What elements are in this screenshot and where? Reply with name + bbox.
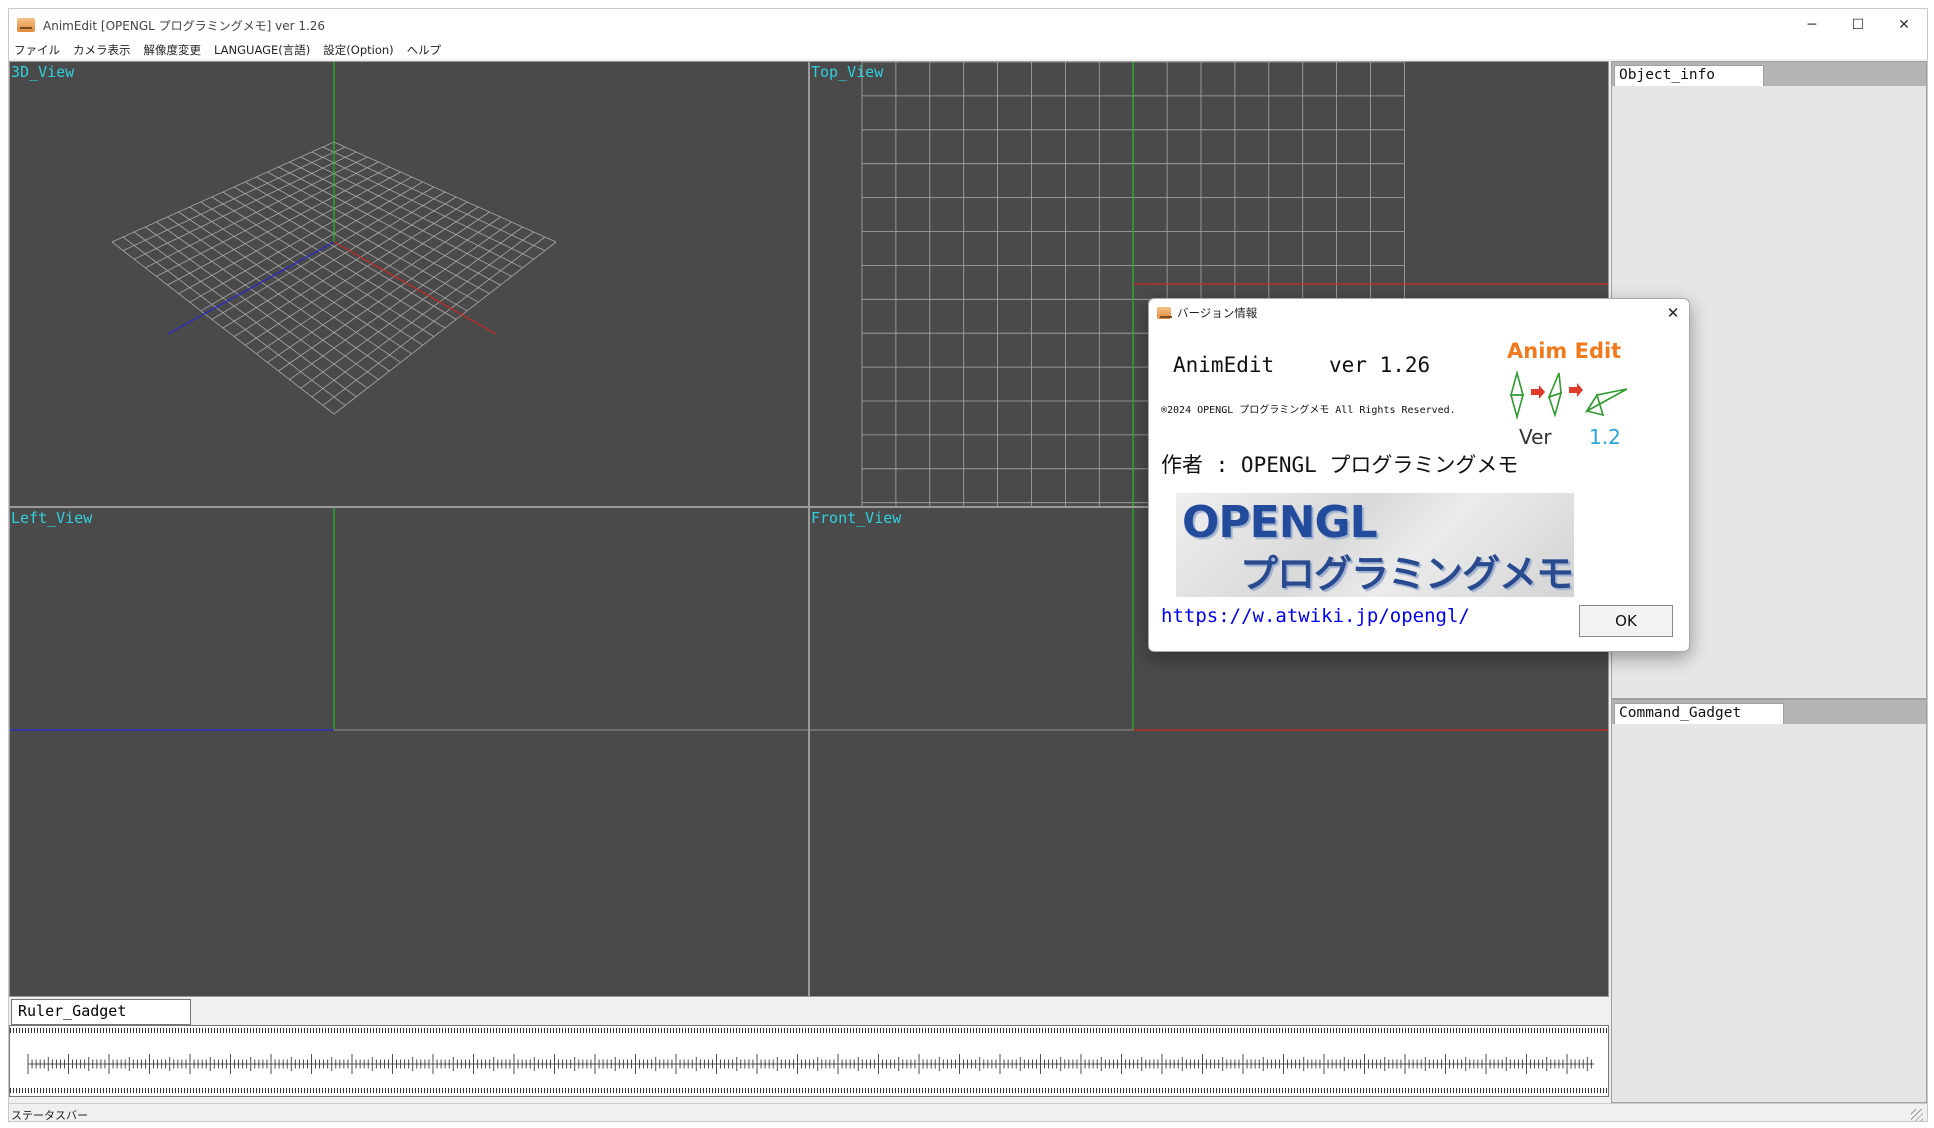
website-link[interactable]: https://w.atwiki.jp/opengl/ [1161, 605, 1470, 627]
animedit-logo: Anim Edit Ver 1.2 [1503, 339, 1653, 457]
dialog-title-bar[interactable]: バージョン情報 ✕ [1149, 299, 1689, 327]
menu-camera[interactable]: カメラ表示 [73, 42, 131, 58]
viewport-left-canvas [10, 508, 808, 731]
menu-file[interactable]: ファイル [14, 42, 60, 58]
viewport-3d-canvas [111, 62, 557, 415]
banner-line-2: プログラミングメモ [1240, 552, 1574, 596]
ruler-bottom-stripe [10, 1088, 1608, 1093]
version-dialog: バージョン情報 ✕ AnimEdit ver 1.26 ®2024 OPENGL… [1148, 298, 1690, 652]
command-gadget-tab[interactable]: Command_Gadget [1614, 703, 1784, 724]
logo-title: Anim Edit [1507, 339, 1622, 363]
grid-line [322, 146, 546, 251]
dialog-app-icon [1157, 307, 1172, 319]
dialog-app-name: AnimEdit [1173, 353, 1275, 377]
ruler-top-stripe [10, 1028, 1608, 1033]
menu-settings[interactable]: 設定(Option) [323, 42, 393, 58]
viewport-3d[interactable]: 3D_View [9, 61, 809, 507]
logo-ver: Ver [1519, 425, 1552, 449]
menu-resolution[interactable]: 解像度変更 [144, 42, 202, 58]
dialog-close-button[interactable]: ✕ [1657, 299, 1689, 327]
viewport-3d-label: 3D_View [11, 63, 75, 81]
axis-z-line [167, 241, 335, 335]
ruler-gadget-tab[interactable]: Ruler_Gadget [11, 999, 191, 1025]
menu-help[interactable]: ヘルプ [407, 42, 442, 58]
viewport-front-label: Front_View [811, 509, 902, 527]
app-icon[interactable] [17, 18, 35, 32]
opengl-banner-image: OPENGL プログラミングメモ [1176, 493, 1574, 597]
close-button[interactable]: ✕ [1881, 9, 1927, 41]
grid-line [322, 236, 546, 406]
viewport-left[interactable]: Left_View [9, 507, 809, 997]
status-bar: ステータスバー [9, 1103, 1927, 1122]
resize-grip-icon[interactable] [1911, 1109, 1923, 1121]
window-title: AnimEdit [OPENGL プログラミングメモ] ver 1.26 [43, 18, 326, 33]
status-text: ステータスバー [11, 1109, 88, 1122]
maximize-button[interactable]: ☐ [1835, 9, 1881, 41]
title-bar[interactable]: AnimEdit [OPENGL プログラミングメモ] ver 1.26 ─ ☐… [9, 9, 1927, 41]
dialog-author: 作者 : OPENGL プログラミングメモ [1161, 453, 1519, 477]
grid-line [333, 241, 557, 415]
command-gadget-panel[interactable]: Command_Gadget [1611, 699, 1927, 1103]
ok-button[interactable]: OK [1579, 605, 1673, 637]
dialog-version: ver 1.26 [1329, 353, 1431, 377]
ruler-body[interactable] [9, 1025, 1609, 1097]
minimize-button[interactable]: ─ [1789, 9, 1835, 41]
grid-line [311, 151, 534, 260]
viewport-left-label: Left_View [11, 509, 93, 527]
viewport-top-label: Top_View [811, 63, 884, 81]
logo-arrows-icon [1509, 369, 1628, 421]
menu-language[interactable]: LANGUAGE(言語) [214, 42, 310, 58]
dialog-title: バージョン情報 [1177, 306, 1258, 320]
dialog-copyright: ®2024 OPENGL プログラミングメモ All Rights Reserv… [1161, 405, 1456, 416]
ruler-ticks[interactable] [10, 1034, 1608, 1094]
menu-bar: ファイル カメラ表示 解像度変更 LANGUAGE(言語) 設定(Option)… [9, 41, 1927, 59]
object-info-tab[interactable]: Object_info [1614, 65, 1764, 86]
banner-line-1: OPENGL [1182, 497, 1378, 548]
ruler-gadget: Ruler_Gadget [9, 997, 1609, 1103]
logo-version-number: 1.2 [1589, 425, 1621, 449]
